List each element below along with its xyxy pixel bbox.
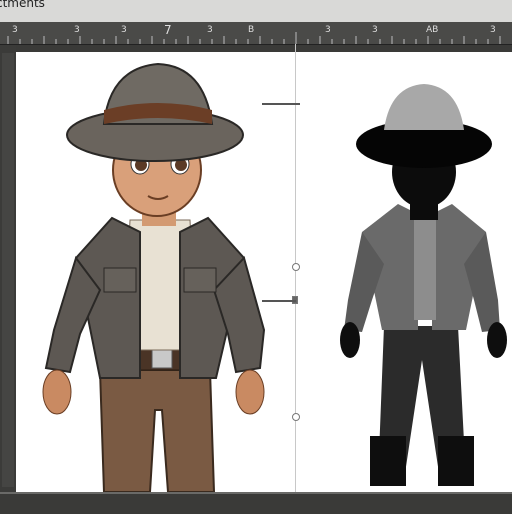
ruler-label: AB: [426, 25, 439, 35]
ruler-label: 3: [121, 25, 127, 35]
ruler-label: 3: [207, 25, 213, 35]
vertical-ruler[interactable]: [0, 45, 16, 495]
horizontal-ruler[interactable]: 3 3 7 3 B 3 3 3 AB 3: [0, 22, 512, 45]
ruler-label: 3: [490, 25, 496, 35]
ruler-label: 3: [12, 25, 18, 35]
artboard-canvas[interactable]: [16, 52, 512, 493]
status-bar: [0, 492, 512, 514]
boy-figure: [42, 62, 266, 493]
character-illustration: [42, 62, 507, 493]
guide-handle[interactable]: [292, 263, 300, 271]
ruler-label: 3: [372, 25, 378, 35]
silhouette-figure: [340, 84, 507, 486]
guide-marker: [262, 103, 300, 105]
ruler-label: 3: [325, 25, 331, 35]
guide-handle[interactable]: [292, 413, 300, 421]
ruler-label: 3: [74, 25, 80, 35]
guide-marker: [262, 300, 296, 302]
vertical-ruler-ticks: [2, 53, 14, 487]
ruler-label: 7: [164, 23, 172, 37]
ruler-label: B: [248, 25, 255, 35]
vertical-guide-line[interactable]: [295, 44, 296, 499]
window-title: ctments: [0, 0, 45, 10]
window-titlebar: ctments: [0, 0, 512, 23]
